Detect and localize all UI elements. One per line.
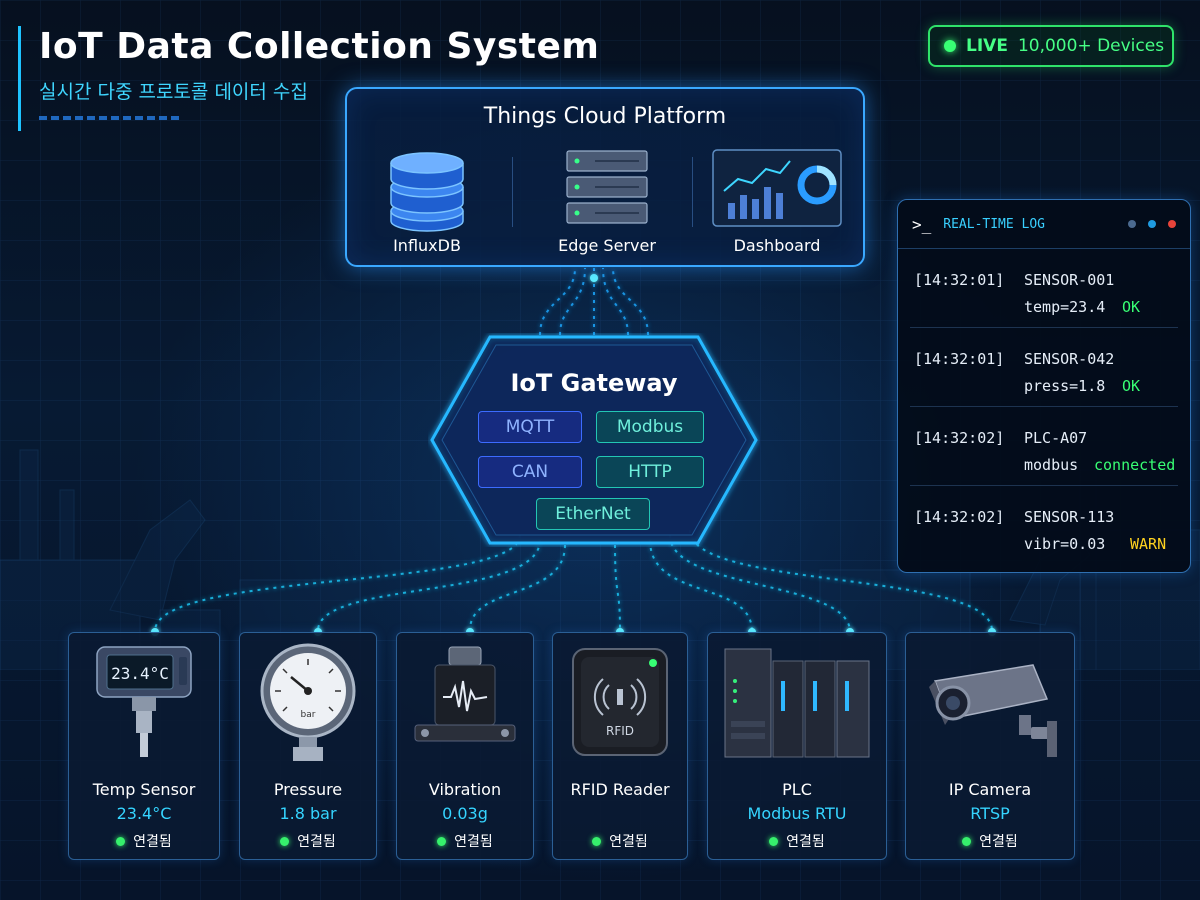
device-status: 연결됨 — [240, 831, 376, 851]
plc-module-icon — [724, 648, 870, 758]
device-name: Pressure — [273, 780, 343, 799]
status-label: 연결됨 — [609, 834, 648, 850]
log-entry: [14:32:02] PLC-A07 modbus connected — [910, 407, 1178, 486]
pressure-gauge-icon: bar — [260, 643, 356, 761]
cloud-item-edge-server[interactable]: Edge Server — [532, 149, 682, 255]
log-source: SENSOR-042 — [1024, 350, 1115, 368]
database-icon — [390, 152, 464, 232]
status-dot-icon — [280, 836, 290, 846]
log-source: PLC-A07 — [1024, 429, 1088, 447]
device-value: 1.8 bar — [279, 804, 337, 823]
cloud-platform-panel: Things Cloud Platform InfluxDB Edge Serv… — [345, 87, 865, 267]
device-status: 연결됨 — [906, 831, 1074, 851]
log-time: [14:32:01] — [914, 271, 1005, 289]
device-name: PLC — [782, 780, 812, 799]
log-status: connected — [1094, 456, 1176, 474]
log-time: [14:32:01] — [914, 350, 1005, 368]
window-minimize-icon[interactable] — [1128, 220, 1136, 228]
thermometer-sensor-icon: 23.4°C — [96, 646, 192, 757]
log-title: REAL-TIME LOG — [943, 216, 1046, 232]
live-dot-icon — [944, 40, 956, 52]
divider — [692, 157, 693, 227]
log-time: [14:32:02] — [914, 508, 1005, 526]
protocol-mqtt[interactable]: MQTT — [478, 411, 582, 443]
header-divider — [39, 116, 179, 120]
status-label: 연결됨 — [297, 834, 336, 850]
log-entry: [14:32:02] SENSOR-113 vibr=0.03 WARN — [910, 486, 1178, 564]
dashboard-icon — [712, 149, 842, 227]
log-status: OK — [1122, 298, 1141, 316]
rfid-reader-icon: RFID — [572, 648, 668, 756]
log-metric: modbus — [1024, 456, 1079, 474]
device-value: 0.03g — [442, 804, 488, 823]
device-status: 연결됨 — [69, 831, 219, 851]
log-time: [14:32:02] — [914, 429, 1005, 447]
device-card-ip-camera[interactable]: IP Camera RTSP 연결됨 — [905, 632, 1075, 860]
device-name: Vibration — [428, 780, 502, 799]
protocol-http[interactable]: HTTP — [596, 456, 704, 488]
terminal-prompt-icon: >_ — [912, 214, 932, 234]
device-name: RFID Reader — [570, 780, 670, 799]
status-label: 연결됨 — [979, 834, 1018, 850]
gauge-unit-label: bar — [301, 710, 316, 720]
realtime-log-panel: >_ REAL-TIME LOG [14:32:01] SENSOR-001 t… — [897, 199, 1191, 573]
vibration-sensor-icon — [414, 646, 516, 742]
status-dot-icon — [592, 836, 602, 846]
device-status: 연결됨 — [708, 831, 886, 851]
page-title: IoT Data Collection System — [39, 26, 600, 67]
status-dot-icon — [437, 836, 447, 846]
cloud-item-dashboard[interactable]: Dashboard — [702, 149, 852, 255]
device-count: 10,000+ Devices — [1017, 36, 1165, 56]
status-label: 연결됨 — [786, 834, 825, 850]
cloud-title: Things Cloud Platform — [483, 104, 727, 129]
device-name: IP Camera — [948, 780, 1032, 799]
temp-display-readout: 23.4°C — [111, 664, 169, 683]
status-dot-icon — [769, 836, 779, 846]
status-label: 연결됨 — [133, 834, 172, 850]
device-status: 연결됨 — [397, 831, 533, 851]
log-entry: [14:32:01] SENSOR-042 press=1.8 OK — [910, 328, 1178, 407]
log-metric: vibr=0.03 — [1024, 535, 1106, 553]
cloud-item-label: InfluxDB — [393, 236, 461, 255]
device-value: 23.4°C — [116, 804, 172, 823]
server-icon — [566, 150, 648, 224]
rfid-label: RFID — [606, 724, 634, 738]
log-status: OK — [1122, 377, 1141, 395]
device-card-pressure[interactable]: bar Pressure 1.8 bar 연결됨 — [239, 632, 377, 860]
status-dot-icon — [116, 836, 126, 846]
device-name: Temp Sensor — [92, 780, 196, 799]
device-value: Modbus RTU — [747, 804, 847, 823]
protocol-can[interactable]: CAN — [478, 456, 582, 488]
cloud-item-label: Edge Server — [558, 236, 656, 255]
log-header: >_ REAL-TIME LOG — [898, 200, 1190, 249]
protocol-ethernet[interactable]: EtherNet — [536, 498, 650, 530]
window-close-icon[interactable] — [1168, 220, 1176, 228]
device-card-temp-sensor[interactable]: 23.4°C Temp Sensor 23.4°C 연결됨 — [68, 632, 220, 860]
live-status-badge: LIVE 10,000+ Devices — [928, 25, 1174, 67]
device-value: RTSP — [970, 804, 1010, 823]
divider — [512, 157, 513, 227]
log-source: SENSOR-113 — [1024, 508, 1115, 526]
device-card-rfid-reader[interactable]: RFID RFID Reader 연결됨 — [552, 632, 688, 860]
log-status: WARN — [1130, 535, 1167, 553]
device-card-vibration[interactable]: Vibration 0.03g 연결됨 — [396, 632, 534, 860]
log-metric: temp=23.4 — [1024, 298, 1106, 316]
status-dot-icon — [962, 836, 972, 846]
cloud-item-influxdb[interactable]: InfluxDB — [352, 149, 502, 255]
log-source: SENSOR-001 — [1024, 271, 1115, 289]
log-entry: [14:32:01] SENSOR-001 temp=23.4 OK — [910, 249, 1178, 328]
status-label: 연결됨 — [454, 834, 493, 850]
window-maximize-icon[interactable] — [1148, 220, 1156, 228]
device-status: 연결됨 — [553, 831, 687, 851]
gateway-title: IoT Gateway — [510, 369, 678, 397]
device-card-plc[interactable]: PLC Modbus RTU 연결됨 — [707, 632, 887, 860]
live-label: LIVE — [966, 36, 1008, 56]
log-metric: press=1.8 — [1024, 377, 1106, 395]
ip-camera-icon — [929, 664, 1057, 757]
protocol-modbus[interactable]: Modbus — [596, 411, 704, 443]
cloud-item-label: Dashboard — [733, 236, 821, 255]
